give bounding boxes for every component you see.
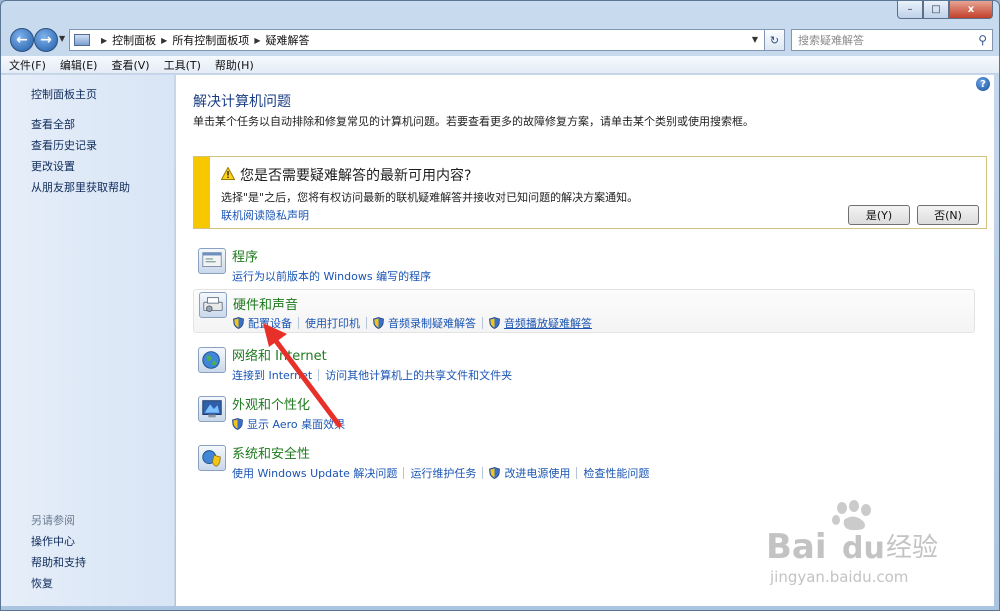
- network-and-internet-title-link[interactable]: 网络和 Internet: [232, 345, 327, 364]
- address-bar[interactable]: ▶ 控制面板 ▶ 所有控制面板项 ▶ 疑难解答 ▼: [69, 29, 765, 51]
- configure-device-link[interactable]: 配置设备: [248, 315, 292, 331]
- task-pane: 控制面板主页 查看全部 查看历史记录 更改设置 从朋友那里获取帮助 另请参阅 操…: [1, 75, 175, 606]
- navigation-bar: ← → ▼ ▶ 控制面板 ▶ 所有控制面板项 ▶ 疑难解答 ▼ ↻ 搜索疑难解答…: [1, 25, 999, 55]
- shield-icon: [489, 467, 501, 479]
- menu-help[interactable]: 帮助(H): [215, 57, 254, 73]
- category-appearance-and-personalization: 外观和个性化 显示 Aero 桌面效果: [198, 394, 978, 438]
- shield-icon: [489, 317, 500, 329]
- programs-title-link[interactable]: 程序: [232, 246, 258, 265]
- get-help-from-friend-link[interactable]: 从朋友那里获取帮助: [31, 179, 130, 195]
- system-security-icon: [198, 445, 226, 471]
- shield-icon: [233, 317, 244, 329]
- programs-tasks: 运行为以前版本的 Windows 编写的程序: [232, 268, 431, 284]
- connect-to-internet-link[interactable]: 连接到 Internet: [232, 367, 312, 383]
- menu-tools[interactable]: 工具(T): [164, 57, 201, 73]
- breadcrumb-all-items[interactable]: 所有控制面板项: [172, 32, 249, 48]
- forward-button[interactable]: →: [34, 28, 58, 52]
- control-panel-home-link[interactable]: 控制面板主页: [31, 86, 97, 102]
- appearance-title-link[interactable]: 外观和个性化: [232, 394, 310, 413]
- menu-edit[interactable]: 编辑(E): [60, 57, 98, 73]
- system-and-security-title-link[interactable]: 系统和安全性: [232, 443, 310, 462]
- hardware-and-sound-title-link[interactable]: 硬件和声音: [233, 294, 298, 313]
- help-icon[interactable]: ?: [976, 77, 990, 91]
- search-placeholder: 搜索疑难解答: [798, 34, 864, 47]
- category-network-and-internet: 网络和 Internet 连接到 Internet 访问其他计算机上的共享文件和…: [198, 345, 978, 389]
- back-button[interactable]: ←: [10, 28, 34, 52]
- chevron-right-icon[interactable]: ▶: [254, 36, 260, 45]
- access-shared-files-link[interactable]: 访问其他计算机上的共享文件和文件夹: [325, 367, 512, 383]
- use-printer-link[interactable]: 使用打印机: [305, 315, 360, 331]
- yes-button[interactable]: 是(Y): [848, 205, 910, 225]
- shield-icon: [232, 418, 243, 430]
- run-old-programs-link[interactable]: 运行为以前版本的 Windows 编写的程序: [232, 268, 431, 284]
- minimize-button[interactable]: –: [897, 1, 923, 19]
- appearance-tasks: 显示 Aero 桌面效果: [232, 416, 345, 432]
- category-system-and-security: 系统和安全性 使用 Windows Update 解决问题 运行维护任务 改进电…: [198, 443, 978, 487]
- shield-icon: [373, 317, 384, 329]
- category-programs: 程序 运行为以前版本的 Windows 编写的程序: [198, 246, 978, 290]
- audio-playback-troubleshoot-link[interactable]: 音频播放疑难解答: [504, 315, 592, 331]
- link-separator: [366, 317, 367, 329]
- explorer-window: – □ x ← → ▼ ▶ 控制面板 ▶ 所有控制面板项 ▶ 疑难解答 ▼ ↻ …: [0, 0, 1000, 611]
- menu-bar: 文件(F) 编辑(E) 查看(V) 工具(T) 帮助(H): [1, 56, 999, 74]
- breadcrumb-control-panel[interactable]: 控制面板: [112, 32, 156, 48]
- aero-effects-link[interactable]: 显示 Aero 桌面效果: [247, 416, 345, 432]
- privacy-statement-link[interactable]: 联机阅读隐私声明: [221, 207, 309, 223]
- breadcrumb-troubleshooting[interactable]: 疑难解答: [265, 32, 309, 48]
- personalization-icon: [198, 396, 226, 422]
- printer-icon: [199, 292, 227, 318]
- network-and-internet-tasks: 连接到 Internet 访问其他计算机上的共享文件和文件夹: [232, 367, 512, 383]
- address-dropdown-icon[interactable]: ▼: [752, 35, 758, 44]
- warning-icon: [221, 167, 235, 180]
- link-separator: [482, 317, 483, 329]
- notice-text: 选择"是"之后，您将有权访问最新的联机疑难解答并接收对已知问题的解决方案通知。: [221, 191, 639, 204]
- caption-buttons: – □ x: [897, 1, 993, 19]
- action-center-link[interactable]: 操作中心: [31, 533, 75, 549]
- chevron-right-icon[interactable]: ▶: [161, 36, 167, 45]
- search-icon[interactable]: ⚲: [978, 33, 987, 47]
- windows-update-troubleshoot-link[interactable]: 使用 Windows Update 解决问题: [232, 465, 397, 481]
- chevron-right-icon[interactable]: ▶: [101, 36, 107, 45]
- change-settings-link[interactable]: 更改设置: [31, 158, 75, 174]
- page-title: 解决计算机问题: [193, 94, 291, 110]
- notice-title: 您是否需要疑难解答的最新可用内容?: [240, 168, 472, 184]
- notice-stripe: [194, 157, 210, 228]
- link-separator: [298, 317, 299, 329]
- run-maintenance-link[interactable]: 运行维护任务: [410, 465, 476, 481]
- programs-icon: [198, 248, 226, 274]
- hardware-and-sound-tasks: 配置设备 使用打印机 音频录制疑难解答 音频播放疑难解答: [233, 315, 592, 331]
- link-separator: [403, 467, 405, 479]
- maximize-button[interactable]: □: [923, 1, 949, 19]
- recovery-link[interactable]: 恢复: [31, 575, 53, 591]
- view-history-link[interactable]: 查看历史记录: [31, 137, 97, 153]
- view-all-link[interactable]: 查看全部: [31, 116, 75, 132]
- category-hardware-and-sound: 硬件和声音 配置设备 使用打印机 音频录制疑难解答 音频播放疑难解答: [193, 289, 975, 333]
- refresh-button[interactable]: ↻: [765, 29, 785, 51]
- link-separator: [576, 467, 578, 479]
- no-button[interactable]: 否(N): [917, 205, 979, 225]
- link-separator: [318, 369, 320, 381]
- audio-recording-troubleshoot-link[interactable]: 音频录制疑难解答: [388, 315, 476, 331]
- close-button[interactable]: x: [949, 1, 993, 19]
- menu-view[interactable]: 查看(V): [111, 57, 149, 73]
- title-bar: – □ x: [1, 1, 999, 23]
- globe-icon: [198, 347, 226, 373]
- content-pane: ? 解决计算机问题 单击某个任务以自动排除和修复常见的计算机问题。若要查看更多的…: [176, 75, 994, 606]
- recent-pages-dropdown-icon[interactable]: ▼: [59, 34, 65, 43]
- help-and-support-link[interactable]: 帮助和支持: [31, 554, 86, 570]
- system-and-security-tasks: 使用 Windows Update 解决问题 运行维护任务 改进电源使用 检查性…: [232, 465, 649, 481]
- link-separator: [482, 467, 484, 479]
- check-performance-link[interactable]: 检查性能问题: [583, 465, 649, 481]
- control-panel-icon: [74, 34, 90, 46]
- search-input[interactable]: 搜索疑难解答 ⚲: [791, 29, 993, 51]
- improve-power-usage-link[interactable]: 改进电源使用: [504, 465, 570, 481]
- update-notice: 您是否需要疑难解答的最新可用内容? 选择"是"之后，您将有权访问最新的联机疑难解…: [193, 156, 987, 229]
- see-also-heading: 另请参阅: [31, 514, 75, 527]
- menu-file[interactable]: 文件(F): [9, 57, 46, 73]
- page-description: 单击某个任务以自动排除和修复常见的计算机问题。若要查看更多的故障修复方案，请单击…: [193, 115, 754, 128]
